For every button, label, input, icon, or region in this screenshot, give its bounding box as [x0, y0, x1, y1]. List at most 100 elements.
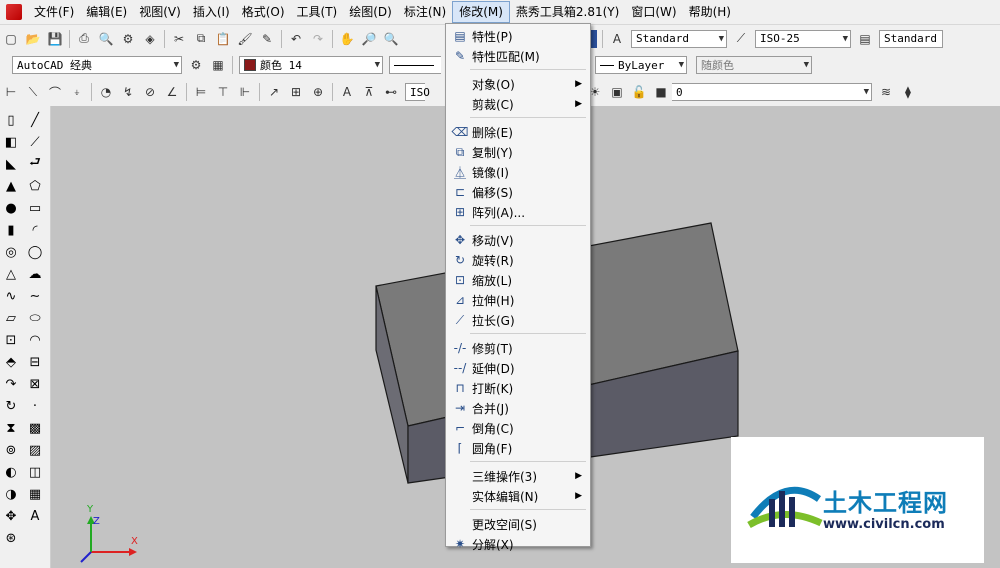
block-editor-icon[interactable]: ✎	[258, 30, 276, 48]
wedge-icon[interactable]: ◣	[1, 154, 21, 174]
dim-edit-icon[interactable]: A	[338, 83, 356, 101]
layer-combo[interactable]: 0 ▼	[672, 83, 872, 101]
presspull-icon[interactable]: ⬘	[1, 352, 21, 372]
menu-item[interactable]: 帮助(H)	[683, 1, 737, 23]
modify-menu-item[interactable]: ⌫ 删除(E)	[446, 122, 590, 142]
undo-icon[interactable]: ↶	[287, 30, 305, 48]
jogged-dim-icon[interactable]: ↯	[119, 83, 137, 101]
box-icon[interactable]: ◧	[1, 132, 21, 152]
hatch-icon[interactable]: ▩	[25, 418, 45, 438]
ellipse-icon[interactable]: ⬭	[25, 308, 45, 328]
modify-menu-item[interactable]: ↻ 旋转(R)	[446, 250, 590, 270]
layer-lock-icon[interactable]: 🔓	[630, 83, 648, 101]
linear-dim-icon[interactable]: ⊢	[2, 83, 20, 101]
redo-icon[interactable]: ↷	[309, 30, 327, 48]
menu-item[interactable]: 工具(T)	[291, 1, 344, 23]
revolve-icon[interactable]: ↻	[1, 396, 21, 416]
modify-menu-item[interactable]: --/ 延伸(D)	[446, 358, 590, 378]
modify-menu-item[interactable]: 剪裁(C) ▶	[446, 94, 590, 114]
color-combo[interactable]: 颜色 14 ▼	[239, 56, 383, 74]
point-icon[interactable]: ·	[25, 396, 45, 416]
menu-item[interactable]: 插入(I)	[187, 1, 236, 23]
layer-viewport-icon[interactable]: ▣	[608, 83, 626, 101]
3d-dwf-icon[interactable]: ◈	[141, 30, 159, 48]
modify-menu-item[interactable]: ✎ 特性匹配(M)	[446, 46, 590, 66]
make-block-icon[interactable]: ⊠	[25, 374, 45, 394]
modify-menu-item[interactable]: 对象(O) ▶	[446, 74, 590, 94]
modify-menu-item[interactable]: ⟋ 拉长(G)	[446, 310, 590, 330]
modify-menu-item[interactable]: ⏅ 镜像(I)	[446, 162, 590, 182]
circle-icon[interactable]: ◯	[25, 242, 45, 262]
quick-dim-icon[interactable]: ⊨	[192, 83, 210, 101]
pyramid-icon[interactable]: △	[1, 264, 21, 284]
polyline-icon[interactable]: ⮐	[25, 154, 45, 174]
rectangle-icon[interactable]: ▭	[25, 198, 45, 218]
modify-menu-item[interactable]: 实体编辑(N) ▶	[446, 486, 590, 506]
menu-item[interactable]: 视图(V)	[133, 1, 187, 23]
dim-text-edit-icon[interactable]: ⊼	[360, 83, 378, 101]
menu-item[interactable]: 绘图(D)	[343, 1, 398, 23]
radius-dim-icon[interactable]: ◔	[97, 83, 115, 101]
mtext-icon[interactable]: A	[25, 506, 45, 526]
insert-block-icon[interactable]: ⊟	[25, 352, 45, 372]
menu-item[interactable]: 标注(N)	[398, 1, 452, 23]
menu-item[interactable]: 文件(F)	[28, 1, 80, 23]
zoom-window-icon[interactable]: 🔍	[382, 30, 400, 48]
modify-menu-item[interactable]: ✷ 分解(X)	[446, 534, 590, 554]
spline-icon[interactable]: ∼	[25, 286, 45, 306]
menu-item[interactable]: 窗口(W)	[625, 1, 682, 23]
modify-menu-item[interactable]: -/- 修剪(T)	[446, 338, 590, 358]
modify-menu-item[interactable]: ⇥ 合并(J)	[446, 398, 590, 418]
table-icon[interactable]: ▦	[25, 484, 45, 504]
new-file-icon[interactable]: ▢	[2, 30, 20, 48]
layer-previous-icon[interactable]: ▦	[209, 56, 227, 74]
text-style-combo[interactable]: Standard ▼	[631, 29, 727, 48]
workspace-settings-icon[interactable]: ⚙	[187, 56, 205, 74]
pan-icon[interactable]: ✋	[338, 30, 356, 48]
cylinder-icon[interactable]: ▮	[1, 220, 21, 240]
workspace-combo[interactable]: AutoCAD 经典 ▼	[12, 56, 182, 74]
torus-icon[interactable]: ◎	[1, 242, 21, 262]
helix-icon[interactable]: ∿	[1, 286, 21, 306]
ellipse-arc-icon[interactable]: ◠	[25, 330, 45, 350]
lineweight-combo[interactable]: ByLayer ▼	[595, 56, 687, 74]
ordinate-dim-icon[interactable]: ⍖	[68, 83, 86, 101]
layer-manager-icon[interactable]: ≋	[877, 83, 895, 101]
publish-icon[interactable]: ⚙	[119, 30, 137, 48]
zoom-realtime-icon[interactable]: 🔎	[360, 30, 378, 48]
dim-style-combo[interactable]: ISO-25 ▼	[755, 29, 851, 48]
dim-style-combo-2[interactable]: ISO	[405, 83, 430, 101]
linetype-combo[interactable]	[389, 56, 441, 74]
print-icon[interactable]: ⎙	[75, 30, 93, 48]
modify-menu-item[interactable]: ⧉ 复制(Y)	[446, 142, 590, 162]
layer-make-current-icon[interactable]: ⧫	[899, 83, 917, 101]
modify-menu-item[interactable]: ▤ 特性(P)	[446, 26, 590, 46]
sweep-icon[interactable]: ↷	[1, 374, 21, 394]
save-icon[interactable]: 💾	[46, 30, 64, 48]
arc-length-icon[interactable]: ⌒	[46, 83, 64, 101]
3d-rotate-icon[interactable]: ⊛	[1, 528, 21, 548]
cone-icon[interactable]: ▲	[1, 176, 21, 196]
dim-update-icon[interactable]: ⊷	[382, 83, 400, 101]
gradient-icon[interactable]: ▨	[25, 440, 45, 460]
modify-menu-item[interactable]: ⊿ 拉伸(H)	[446, 290, 590, 310]
3d-move-icon[interactable]: ✥	[1, 506, 21, 526]
polysolid-icon[interactable]: ▯	[1, 110, 21, 130]
copy-icon[interactable]: ⧉	[192, 30, 210, 48]
sphere-icon[interactable]: ●	[1, 198, 21, 218]
polygon-icon[interactable]: ⬠	[25, 176, 45, 196]
tolerance-icon[interactable]: ⊞	[287, 83, 305, 101]
modify-menu-item[interactable]: ⊞ 阵列(A)...	[446, 202, 590, 222]
construction-line-icon[interactable]: ⟋	[25, 132, 45, 152]
continue-dim-icon[interactable]: ⊩	[236, 83, 254, 101]
paste-icon[interactable]: 📋	[214, 30, 232, 48]
menu-item[interactable]: 燕秀工具箱2.81(Y)	[510, 1, 625, 23]
menu-item[interactable]: 编辑(E)	[80, 1, 133, 23]
dim-style-icon[interactable]: ⟋	[732, 30, 750, 48]
match-properties-icon[interactable]: 🖌	[236, 30, 254, 48]
center-mark-icon[interactable]: ⊕	[309, 83, 327, 101]
line-icon[interactable]: ╱	[25, 110, 45, 130]
menu-item[interactable]: 格式(O)	[236, 1, 291, 23]
layer-color-icon[interactable]: ■	[652, 83, 670, 101]
menu-item[interactable]: 修改(M)	[452, 1, 510, 23]
